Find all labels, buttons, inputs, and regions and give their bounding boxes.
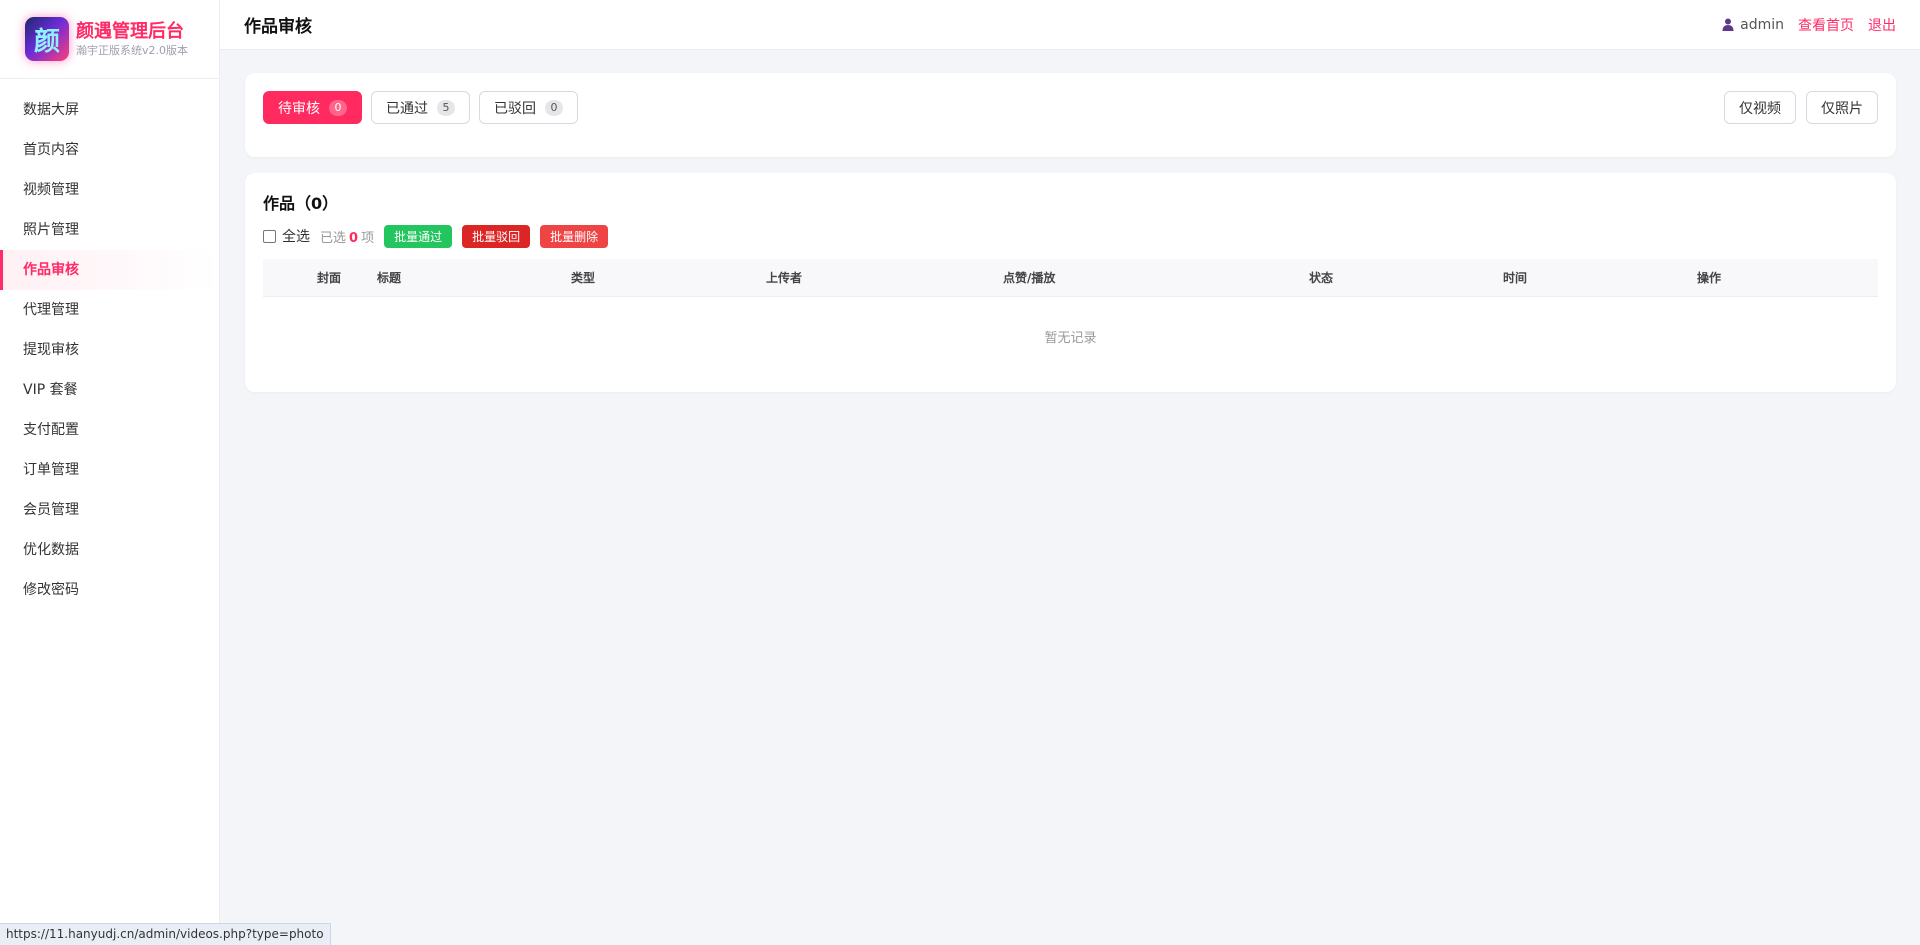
user-name: admin [1740,16,1784,33]
column-header-actions: 操作 [1697,271,1722,285]
sidebar-item-member-management[interactable]: 会员管理 [0,490,219,530]
type-filters: 仅视频 仅照片 [1714,91,1878,139]
view-home-link[interactable]: 查看首页 [1798,15,1854,35]
logout-link[interactable]: 退出 [1868,15,1896,35]
tab-label: 已驳回 [494,100,536,117]
sidebar-item-vip-plans[interactable]: VIP 套餐 [0,370,219,410]
sidebar-item-optimize-data[interactable]: 优化数据 [0,530,219,570]
column-header-title: 标题 [377,271,402,285]
works-list-card: 作品（0） 全选 已选 0 项 批量通过 批量驳回 批量删除 封面 标题 类型 上传… [245,173,1896,392]
batch-toolbar: 全选 已选 0 项 批量通过 批量驳回 批量删除 [263,223,1878,249]
sidebar-item-order-management[interactable]: 订单管理 [0,450,219,490]
sidebar-item-agent-management[interactable]: 代理管理 [0,290,219,330]
tab-label: 已通过 [386,100,428,117]
sidebar-item-video-management[interactable]: 视频管理 [0,170,219,210]
selected-prefix: 已选 [320,230,347,246]
tab-pending[interactable]: 待审核 0 [263,91,362,124]
sidebar-item-data-screen[interactable]: 数据大屏 [0,90,219,130]
filter-card: 待审核 0 已通过 5 已驳回 0 仅视频 仅照片 [245,73,1896,157]
tab-label: 待审核 [278,100,320,117]
tab-approved[interactable]: 已通过 5 [371,91,470,124]
brand-title: 颜遇管理后台 [76,20,184,42]
selected-suffix: 项 [361,230,375,246]
batch-delete-button[interactable]: 批量删除 [540,224,609,248]
list-title: 作品（0） [263,194,339,213]
column-header-type: 类型 [571,271,596,285]
selected-count: 0 [349,230,359,246]
column-header-cover: 封面 [317,271,342,285]
link-preview-statusbar: https://11.hanyudj.cn/admin/videos.php?t… [0,923,331,945]
brand-logo: 颜 [25,17,69,61]
select-all-checkbox[interactable] [263,229,276,243]
tab-rejected[interactable]: 已驳回 0 [479,91,578,124]
column-header-likes-plays: 点赞/播放 [1003,271,1056,285]
top-header: 作品审核 admin 查看首页 退出 [220,0,1920,50]
column-header-time: 时间 [1503,271,1528,285]
works-table: 封面 标题 类型 上传者 点赞/播放 状态 时间 操作 暂无记录 [263,259,1878,375]
page-title: 作品审核 [244,17,312,37]
batch-reject-button[interactable]: 批量驳回 [462,224,531,248]
header-actions: admin 查看首页 退出 [1722,15,1896,35]
brand-text: 颜遇管理后台 瀚宇正版系统v2.0版本 [76,21,188,58]
selected-info: 已选 0 项 [320,227,374,246]
sidebar-item-payment-config[interactable]: 支付配置 [0,410,219,450]
sidebar: 颜 颜遇管理后台 瀚宇正版系统v2.0版本 数据大屏 首页内容 视频管理 照片管… [0,0,220,945]
select-all-label: 全选 [282,229,310,245]
sidebar-item-withdraw-review[interactable]: 提现审核 [0,330,219,370]
sidebar-nav: 数据大屏 首页内容 视频管理 照片管理 作品审核 代理管理 提现审核 VIP 套… [0,79,219,610]
count-badge: 0 [329,99,347,116]
sidebar-item-work-review[interactable]: 作品审核 [0,250,219,290]
column-header-status: 状态 [1309,271,1334,285]
brand[interactable]: 颜 颜遇管理后台 瀚宇正版系统v2.0版本 [0,0,219,79]
empty-state: 暂无记录 [1044,330,1097,346]
batch-approve-button[interactable]: 批量通过 [384,224,453,248]
count-badge: 0 [545,99,563,116]
status-tabs: 待审核 0 已通过 5 已驳回 0 [263,91,587,139]
count-badge: 5 [437,99,455,116]
user-icon [1722,18,1734,31]
current-user: admin [1722,17,1784,33]
column-header-uploader: 上传者 [766,271,803,285]
sidebar-item-home-content[interactable]: 首页内容 [0,130,219,170]
sidebar-item-change-password[interactable]: 修改密码 [0,570,219,610]
brand-subtitle: 瀚宇正版系统v2.0版本 [76,43,189,57]
table-header: 封面 标题 类型 上传者 点赞/播放 状态 时间 操作 [263,259,1878,297]
select-all[interactable]: 全选 [263,226,310,246]
video-only-button[interactable]: 仅视频 [1724,91,1796,124]
sidebar-item-photo-management[interactable]: 照片管理 [0,210,219,250]
photo-only-button[interactable]: 仅照片 [1806,91,1878,124]
